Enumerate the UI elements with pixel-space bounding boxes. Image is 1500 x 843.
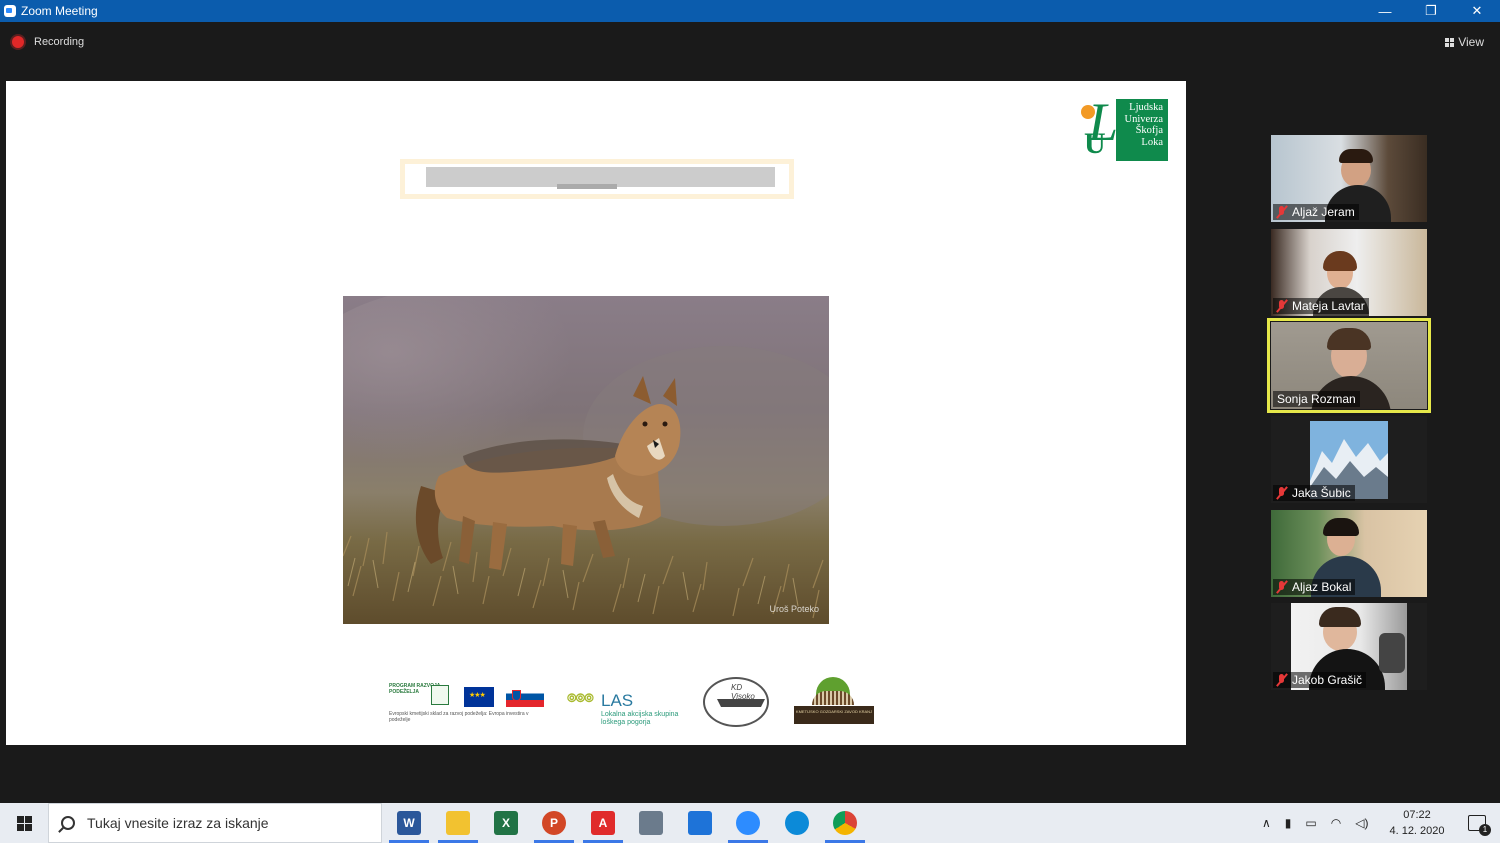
recording-icon <box>12 36 24 48</box>
las-logo: ⦾⦾⦾ LAS Lokalna akcijska skupina loškega… <box>567 691 679 726</box>
kd-visoko-logo: KD Visoko <box>703 677 769 727</box>
partner-logos: PROGRAM RAZVOJA PODEŽELJA Evropski kmeti… <box>381 677 881 733</box>
start-button[interactable] <box>0 803 48 843</box>
participant-name: Aljaž Jeram <box>1273 204 1359 220</box>
calendar-icon[interactable] <box>688 811 712 835</box>
participant-tile[interactable]: Sonja Rozman <box>1267 318 1431 413</box>
ljudska-univerza-logo: L U Ljudska Univerza Škofja Loka <box>1080 92 1170 163</box>
photo-credit: Uroš Poteko <box>769 604 819 614</box>
excel-icon[interactable]: X <box>494 811 518 835</box>
close-icon[interactable]: ✕ <box>1454 0 1500 22</box>
chrome-icon[interactable] <box>833 811 857 835</box>
window-titlebar: Zoom Meeting — ❐ ✕ <box>0 0 1500 22</box>
taskbar-search[interactable]: Tukaj vnesite izraz za iskanje <box>48 803 382 843</box>
lu-monogram: L U <box>1080 92 1118 163</box>
zoom-app-icon <box>4 5 16 17</box>
slovenia-flag-icon <box>506 687 544 707</box>
word-icon[interactable]: W <box>397 811 421 835</box>
minimize-icon[interactable]: — <box>1362 0 1408 22</box>
participant-name: Jaka Šubic <box>1273 485 1355 501</box>
chevron-up-icon[interactable]: ∧ <box>1262 816 1271 830</box>
participant-tile[interactable]: Aljaz Bokal <box>1271 510 1427 597</box>
participant-tile[interactable]: Jakob Grašič <box>1271 603 1427 690</box>
window-title: Zoom Meeting <box>21 4 98 18</box>
view-button[interactable]: View <box>1441 32 1488 52</box>
university-name: Ljudska Univerza Škofja Loka <box>1116 99 1168 161</box>
acrobat-icon[interactable]: A <box>591 811 615 835</box>
muted-mic-icon <box>1275 205 1289 219</box>
las-rings-icon: ⦾⦾⦾ <box>567 691 594 705</box>
battery-icon[interactable]: ▭ <box>1305 816 1316 830</box>
clock-date: 4. 12. 2020 <box>1389 825 1445 837</box>
calculator-icon[interactable] <box>639 811 663 835</box>
participant-tile[interactable]: Aljaž Jeram <box>1271 135 1427 222</box>
field-icon <box>812 691 854 705</box>
meeting-top-bar: Recording View <box>0 22 1500 62</box>
search-placeholder: Tukaj vnesite izraz za iskanje <box>87 815 269 831</box>
participant-name: Jakob Grašič <box>1273 672 1367 688</box>
eu-flag-icon <box>464 687 494 707</box>
grid-view-icon <box>1445 37 1455 47</box>
leader-logo <box>431 685 449 705</box>
volume-icon[interactable]: ◁) <box>1355 816 1368 830</box>
slide-title-box <box>400 159 794 199</box>
clock-time: 07:22 <box>1403 809 1431 821</box>
participant-name: Aljaz Bokal <box>1273 579 1356 595</box>
notification-icon[interactable]: 1 <box>1468 815 1491 836</box>
view-label: View <box>1458 35 1484 49</box>
powerpoint-icon[interactable]: P <box>542 811 566 835</box>
kgz-kranj-logo: KMETIJSKO GOZDARSKI ZAVOD KRANJ <box>794 677 874 727</box>
muted-mic-icon <box>1275 673 1289 687</box>
taskbar-clock[interactable]: 07:22 4. 12. 2020 <box>1382 807 1452 839</box>
file-explorer-icon[interactable] <box>446 811 470 835</box>
participant-name: Sonja Rozman <box>1273 391 1360 407</box>
muted-mic-icon <box>1275 299 1289 313</box>
participant-tile[interactable]: Jaka Šubic <box>1271 416 1427 503</box>
program-razvoja-podezelja-logo: PROGRAM RAZVOJA PODEŽELJA Evropski kmeti… <box>389 683 529 723</box>
muted-mic-icon <box>1275 486 1289 500</box>
search-icon <box>61 816 75 830</box>
maximize-icon[interactable]: ❐ <box>1408 0 1454 22</box>
shared-screen-slide: L U Ljudska Univerza Škofja Loka Uroš Po… <box>6 81 1186 745</box>
zoom-icon[interactable] <box>736 811 760 835</box>
system-tray: ∧ ▮ ▭ ◠ ◁) <box>1262 803 1368 843</box>
jackal-photo: Uroš Poteko <box>343 296 829 624</box>
participant-name: Mateja Lavtar <box>1273 298 1369 314</box>
notification-badge: 1 <box>1479 824 1491 836</box>
slide-title-underline <box>557 184 617 189</box>
windows-taskbar: Tukaj vnesite izraz za iskanje W X P A ∧… <box>0 803 1500 843</box>
participant-tile[interactable]: Mateja Lavtar <box>1271 229 1427 316</box>
edge-icon[interactable] <box>785 811 809 835</box>
microphone-icon[interactable]: ▮ <box>1285 816 1292 830</box>
windows-icon <box>16 815 32 831</box>
wifi-icon[interactable]: ◠ <box>1331 816 1341 830</box>
recording-label[interactable]: Recording <box>34 36 84 48</box>
muted-mic-icon <box>1275 580 1289 594</box>
